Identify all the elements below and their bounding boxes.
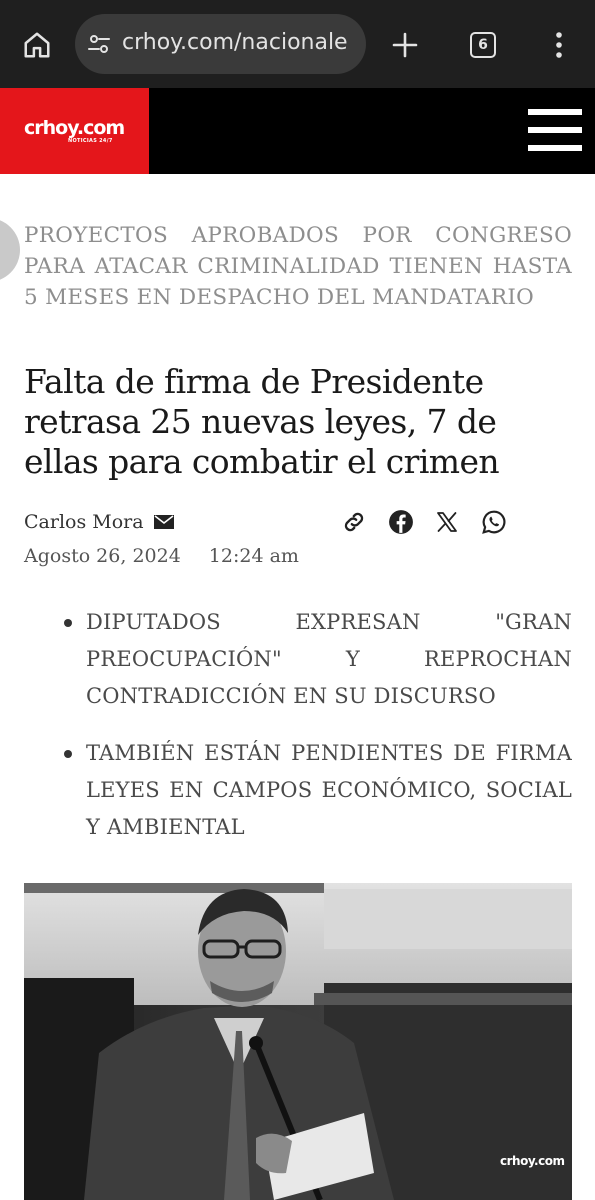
link-icon[interactable] <box>340 508 368 536</box>
article-kicker: PROYECTOS APROBADOS POR CONGRESO PARA AT… <box>24 223 572 310</box>
highlight-item: TAMBIÉN ESTÁN PENDIENTES DE FIRMA LEYES … <box>62 735 572 846</box>
article-photo[interactable]: crhoy.com <box>24 883 572 1200</box>
mail-icon[interactable] <box>153 515 174 529</box>
plus-icon <box>392 32 418 58</box>
photo-illustration <box>24 883 572 1200</box>
tune-icon[interactable] <box>85 30 113 58</box>
logo-subtext: NOTICIAS 24/7 <box>68 138 113 144</box>
highlight-item: DIPUTADOS EXPRESAN "GRAN PREOCUPACIÓN" Y… <box>62 604 572 715</box>
share-buttons <box>340 506 512 538</box>
article-dateline: Agosto 26, 2024 12:24 am <box>24 545 299 567</box>
article-date: Agosto 26, 2024 <box>24 545 181 567</box>
home-icon <box>24 32 50 58</box>
whatsapp-icon[interactable] <box>480 508 508 536</box>
address-bar[interactable]: crhoy.com/nacionale <box>75 14 366 74</box>
home-button[interactable] <box>14 22 60 68</box>
browser-menu-button[interactable] <box>536 22 582 68</box>
tab-count: 6 <box>478 37 488 53</box>
new-tab-button[interactable] <box>382 22 428 68</box>
browser-toolbar: crhoy.com/nacionale 6 <box>0 0 595 88</box>
facebook-icon[interactable] <box>387 508 415 536</box>
tab-switcher-icon: 6 <box>470 32 496 58</box>
hamburger-menu-icon[interactable] <box>528 109 582 153</box>
site-header: crhoy.com NOTICIAS 24/7 <box>0 88 595 174</box>
logo-text: crhoy.com <box>24 117 125 139</box>
more-vert-icon <box>556 32 562 58</box>
article-time: 12:24 am <box>208 545 299 567</box>
url-text[interactable]: crhoy.com/nacionale <box>122 30 348 55</box>
author-row: Carlos Mora <box>24 508 174 536</box>
side-drawer-handle[interactable] <box>0 218 20 282</box>
x-icon[interactable] <box>433 508 461 536</box>
tab-switcher-button[interactable]: 6 <box>460 22 506 68</box>
site-logo[interactable]: crhoy.com NOTICIAS 24/7 <box>0 88 149 174</box>
author-name[interactable]: Carlos Mora <box>24 511 144 533</box>
photo-watermark: crhoy.com <box>500 1154 565 1168</box>
article-headline: Falta de firma de Presidente retrasa 25 … <box>24 362 500 481</box>
article-highlights: DIPUTADOS EXPRESAN "GRAN PREOCUPACIÓN" Y… <box>62 604 572 866</box>
